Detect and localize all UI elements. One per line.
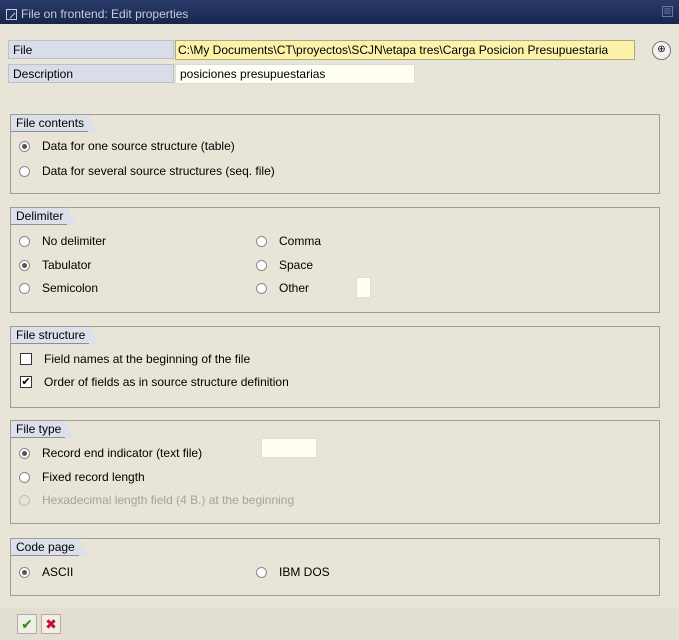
delimiter-group: Delimiter No delimiter Tabulator Semicol… <box>10 207 660 313</box>
field-names-checkbox[interactable] <box>20 353 32 365</box>
option-label: Hexadecimal length field (4 B.) at the b… <box>42 493 295 507</box>
file-type-option-fixed[interactable]: Fixed record length <box>19 470 145 484</box>
option-label: Record end indicator (text file) <box>42 446 203 460</box>
file-structure-group: File structure Field names at the beginn… <box>10 326 660 408</box>
order-fields-checkbox-row[interactable]: ✔ Order of fields as in source structure… <box>20 375 289 389</box>
check-icon[interactable]: ✔ <box>17 614 37 634</box>
option-label: Fixed record length <box>42 470 145 484</box>
option-label: Semicolon <box>42 281 99 295</box>
field-names-checkbox-row[interactable]: Field names at the beginning of the file <box>20 352 250 366</box>
file-type-option-text[interactable]: Record end indicator (text file) <box>19 446 202 460</box>
other-delimiter-input[interactable] <box>356 277 371 298</box>
order-fields-checkbox[interactable]: ✔ <box>20 376 32 388</box>
record-length-input[interactable] <box>261 438 317 458</box>
option-label: Data for one source structure (table) <box>42 139 235 153</box>
description-input[interactable]: posiciones presupuestarias <box>175 64 415 84</box>
option-label: Data for several source structures (seq.… <box>42 164 275 178</box>
radio-unselected[interactable] <box>256 566 267 578</box>
file-type-title: File type <box>11 420 75 438</box>
option-label: Comma <box>279 234 322 248</box>
file-type-group: File type Record end indicator (text fil… <box>10 420 660 524</box>
file-type-option-hex: Hexadecimal length field (4 B.) at the b… <box>19 493 294 507</box>
delimiter-option-none[interactable]: No delimiter <box>19 234 106 248</box>
delimiter-option-tab[interactable]: Tabulator <box>19 258 91 272</box>
radio-unselected[interactable] <box>19 471 30 483</box>
option-label: IBM DOS <box>279 565 330 579</box>
radio-disabled <box>19 494 30 506</box>
file-contents-option-table[interactable]: Data for one source structure (table) <box>19 139 235 153</box>
option-label: Field names at the beginning of the file <box>44 352 251 366</box>
radio-unselected[interactable] <box>19 165 30 177</box>
option-label: ASCII <box>42 565 74 579</box>
file-structure-title: File structure <box>11 326 99 344</box>
close-icon[interactable]: ⊠ <box>662 6 673 17</box>
file-contents-title: File contents <box>11 114 98 132</box>
radio-unselected[interactable] <box>256 235 267 247</box>
delimiter-option-semicolon[interactable]: Semicolon <box>19 281 98 295</box>
radio-unselected[interactable] <box>256 282 267 294</box>
radio-unselected[interactable] <box>19 235 30 247</box>
radio-unselected[interactable] <box>256 259 267 271</box>
option-label: No delimiter <box>42 234 107 248</box>
radio-unselected[interactable] <box>19 282 30 294</box>
footer-toolbar <box>0 608 679 640</box>
code-page-group: Code page ASCII IBM DOS <box>10 538 660 596</box>
file-contents-group: File contents Data for one source struct… <box>10 114 660 194</box>
file-label: File <box>8 40 174 59</box>
delimiter-option-other[interactable]: Other <box>256 281 309 295</box>
option-label: Order of fields as in source structure d… <box>44 375 289 389</box>
delimiter-option-comma[interactable]: Comma <box>256 234 321 248</box>
delimiter-option-space[interactable]: Space <box>256 258 313 272</box>
delimiter-title: Delimiter <box>11 207 77 225</box>
option-label: Space <box>279 258 314 272</box>
radio-selected[interactable] <box>19 447 30 459</box>
option-label: Other <box>279 281 310 295</box>
radio-selected[interactable] <box>19 566 30 578</box>
description-label: Description <box>8 64 174 83</box>
title-bar: File on frontend: Edit properties ⊠ <box>0 0 679 24</box>
code-page-title: Code page <box>11 538 88 556</box>
code-page-option-ibmdos[interactable]: IBM DOS <box>256 565 330 579</box>
window-title: File on frontend: Edit properties <box>21 7 189 21</box>
edit-icon <box>6 8 17 20</box>
cancel-x-icon[interactable]: ✖ <box>41 614 61 634</box>
file-path-input[interactable]: C:\My Documents\CT\proyectos\SCJN\etapa … <box>175 40 635 60</box>
code-page-option-ascii[interactable]: ASCII <box>19 565 73 579</box>
option-label: Tabulator <box>42 258 92 272</box>
value-help-icon[interactable]: ⊕ <box>652 41 671 60</box>
radio-selected[interactable] <box>19 140 30 152</box>
file-contents-option-seq[interactable]: Data for several source structures (seq.… <box>19 164 275 178</box>
radio-selected[interactable] <box>19 259 30 271</box>
